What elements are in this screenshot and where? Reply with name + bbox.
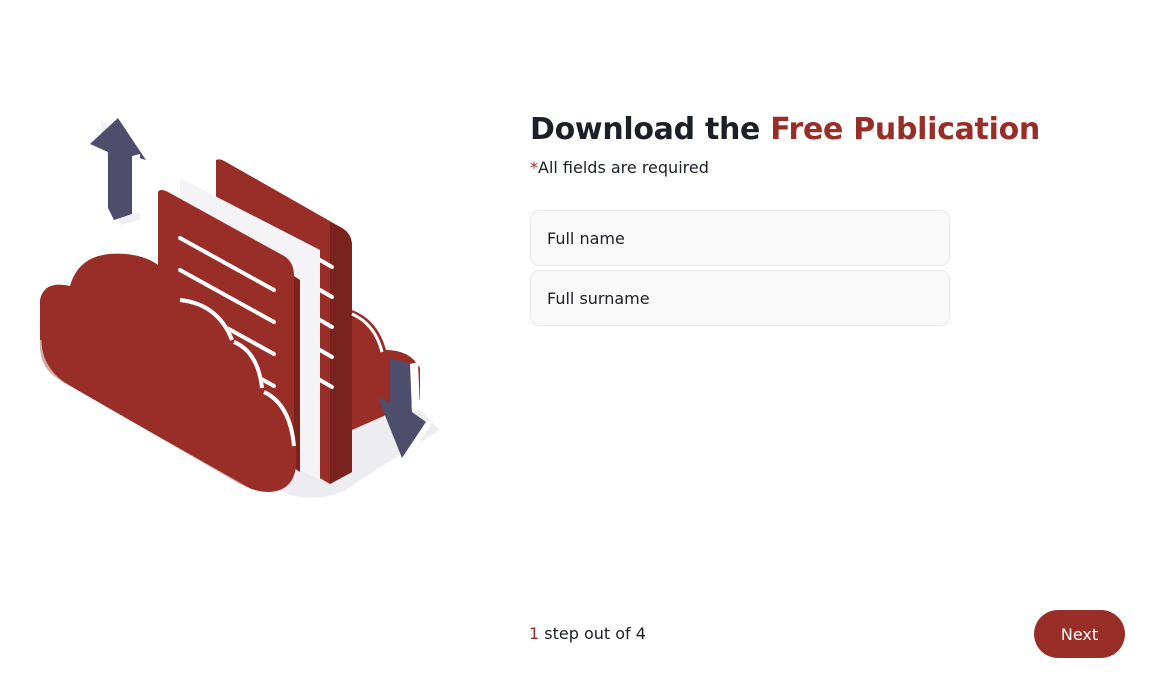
- cloud-documents-transfer-icon: [38, 116, 440, 498]
- title-prefix: Download the: [530, 112, 771, 147]
- page-title: Download the Free Publication: [530, 110, 1130, 150]
- cloud-documents-illustration: [30, 100, 460, 510]
- full-surname-input[interactable]: [530, 270, 950, 326]
- next-button[interactable]: Next: [1034, 610, 1125, 658]
- form-panel: Download the Free Publication *All field…: [530, 110, 1130, 330]
- step-indicator: 1 step out of 4: [529, 624, 646, 644]
- title-accent: Free Publication: [770, 112, 1040, 147]
- required-fields-note: *All fields are required: [530, 158, 1130, 178]
- required-star: *: [530, 158, 538, 177]
- required-note-text: All fields are required: [538, 158, 709, 177]
- form-fields: [530, 210, 950, 326]
- download-form-page: Download the Free Publication *All field…: [0, 0, 1160, 684]
- current-step: 1: [529, 624, 540, 643]
- step-text: step out of 4: [539, 624, 646, 643]
- full-name-input[interactable]: [530, 210, 950, 266]
